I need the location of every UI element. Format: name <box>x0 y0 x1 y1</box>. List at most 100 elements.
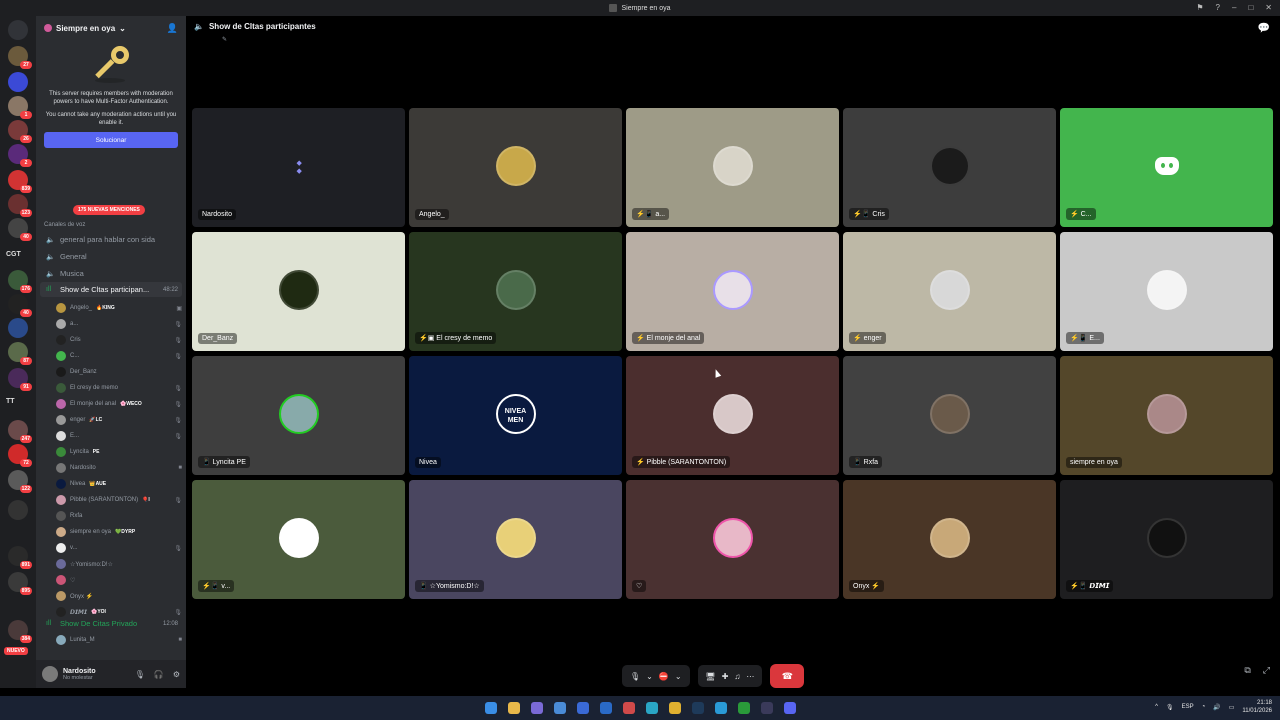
voice-user[interactable]: Nardosito ■ <box>56 460 182 476</box>
server-icon[interactable]: 895 <box>8 572 32 595</box>
edit-status-icon[interactable]: ✎ <box>222 36 227 43</box>
new-mentions-badge[interactable]: 175 NUEVAS MENCIONES <box>73 205 145 215</box>
server-icon[interactable]: 122 <box>8 470 32 493</box>
language-indicator[interactable]: ESP <box>1182 704 1194 710</box>
server-icon[interactable]: 26 <box>8 120 32 143</box>
participant-tile[interactable]: ⚡ enger <box>843 232 1056 351</box>
wifi-icon[interactable]: ◔ <box>1202 704 1206 710</box>
voice-user[interactable]: Der_Banz <box>56 364 182 380</box>
voice-user[interactable]: ☆Yomismo:D!☆ <box>56 556 182 572</box>
voice-user[interactable]: ♡ <box>56 572 182 588</box>
help-icon[interactable]: ? <box>1216 3 1220 12</box>
server-icon[interactable]: 839 <box>8 170 32 193</box>
participant-tile[interactable]: 📱 Lyncita PE <box>192 356 405 475</box>
steam-icon[interactable] <box>691 702 704 714</box>
voice-user[interactable]: Angelo_ 🔥KING ▣ <box>56 300 182 316</box>
server-icon[interactable]: 40 <box>8 218 32 241</box>
battery-icon[interactable]: ▭ <box>1229 704 1235 711</box>
start-icon[interactable] <box>484 702 497 714</box>
close-icon[interactable]: ✕ <box>1265 3 1272 12</box>
server-icon[interactable]: 40 <box>8 294 32 317</box>
participant-tile[interactable]: ⚡📱 a... <box>626 108 839 227</box>
voice-user[interactable]: El monje del anal 🌸WECO 🎙 <box>56 396 182 412</box>
soundboard-icon[interactable]: ♫ <box>734 672 740 681</box>
participant-tile[interactable]: ⚡ Pibble (SARANTONTON) <box>626 356 839 475</box>
voice-user[interactable]: Lyncita PE <box>56 444 182 460</box>
participant-tile[interactable]: 📱 ☆Yomismo:D!☆ <box>409 480 622 599</box>
xbox-icon[interactable] <box>737 702 750 714</box>
participant-tile[interactable]: Onyx ⚡ <box>843 480 1056 599</box>
voice-channel-active[interactable]: ıll Show de Cltas participan... 48:22 <box>40 282 182 297</box>
app-icon[interactable] <box>530 702 543 714</box>
chevron-down-icon[interactable]: ⌄ <box>646 672 653 681</box>
participant-tile[interactable]: Der_Banz <box>192 232 405 351</box>
voice-user[interactable]: E... 🎙 <box>56 428 182 444</box>
fullscreen-icon[interactable]: ⤢ <box>1263 665 1270 676</box>
disconnect-button[interactable]: ☎ <box>770 664 805 688</box>
more-icon[interactable]: ⋯ <box>746 672 754 681</box>
voice-channel[interactable]: 🔈 general para hablar con sida <box>40 232 182 247</box>
participant-tile[interactable]: ⚡📱 𝘿𝙄𝙈𝙄 <box>1060 480 1273 599</box>
voice-user[interactable]: Pibble (SARANTONTON) 🎈I 🎙 <box>56 492 182 508</box>
voice-user[interactable]: El cresy de memo 🎙 <box>56 380 182 396</box>
participant-tile[interactable]: ♡ <box>626 480 839 599</box>
edge-icon[interactable] <box>645 702 658 714</box>
volume-icon[interactable]: 🔊 <box>1213 704 1220 711</box>
add-member-icon[interactable]: 👤 <box>167 23 178 34</box>
microphone-icon[interactable]: 🎙 <box>630 672 640 681</box>
server-icon[interactable] <box>8 500 28 520</box>
maximize-icon[interactable]: □ <box>1248 3 1253 12</box>
participant-tile[interactable]: ◆ ◆ Nardosito <box>192 108 405 227</box>
participant-tile[interactable]: ⚡ El monje del anal <box>626 232 839 351</box>
server-icon[interactable]: 384 <box>8 620 32 643</box>
server-text-icon[interactable]: TT <box>6 398 15 405</box>
discord-icon[interactable] <box>783 702 796 714</box>
activities-icon[interactable]: ✚ <box>722 672 729 681</box>
store-icon[interactable] <box>576 702 589 714</box>
voice-user[interactable]: v... 🎙 <box>56 540 182 556</box>
server-icon[interactable]: 91 <box>8 368 32 391</box>
server-icon[interactable] <box>8 318 28 338</box>
participant-tile[interactable]: ⚡ C... <box>1060 108 1273 227</box>
minimize-icon[interactable]: – <box>1232 3 1236 12</box>
microphone-icon[interactable]: 🎙 <box>1166 704 1174 711</box>
server-icon[interactable]: 87 <box>8 342 32 365</box>
popout-icon[interactable]: ⧉ <box>1244 665 1250 676</box>
discord-home-icon[interactable] <box>8 20 28 40</box>
inbox-icon[interactable]: ⚑ <box>1196 3 1203 12</box>
participant-tile[interactable]: ⚡📱 v... <box>192 480 405 599</box>
server-icon[interactable]: 123 <box>8 194 32 217</box>
voice-channel-private[interactable]: ıll Show De Citas Privado 12:08 <box>40 616 182 631</box>
voice-user[interactable]: siempre en oya 💚DYRP <box>56 524 182 540</box>
server-icon[interactable]: 2 <box>8 144 32 167</box>
voice-user[interactable]: Cris 🎙 <box>56 332 182 348</box>
voice-user[interactable]: a... 🎙 <box>56 316 182 332</box>
participant-tile[interactable]: ⚡▣ El cresy de memo <box>409 232 622 351</box>
file-explorer-icon[interactable] <box>507 702 520 714</box>
solve-button[interactable]: Solucionar <box>44 132 178 148</box>
server-text-icon[interactable]: CGT <box>6 251 21 258</box>
server-icon[interactable]: 891 <box>8 546 32 569</box>
settings-gear-icon[interactable]: ⚙ <box>173 670 180 679</box>
voice-user[interactable]: enger 🚀LC 🎙 <box>56 412 182 428</box>
app-icon[interactable] <box>553 702 566 714</box>
folder-icon[interactable] <box>8 72 28 92</box>
participant-tile[interactable]: Angelo_ <box>409 108 622 227</box>
server-header[interactable]: Siempre en oya ⌄ 👤 <box>36 16 186 40</box>
chrome-icon[interactable] <box>668 702 681 714</box>
server-icon[interactable]: 176 <box>8 270 32 293</box>
avatar[interactable] <box>42 666 58 682</box>
screen-share-icon[interactable]: 🖥 <box>706 672 716 681</box>
mic-control[interactable]: 🎙 ⌄ ⛔ ⌄ <box>622 665 690 687</box>
participant-tile[interactable]: 📱 Rxfa <box>843 356 1056 475</box>
voice-channel[interactable]: 🔈 General <box>40 249 182 264</box>
participant-tile[interactable]: ⚡📱 E... <box>1060 232 1273 351</box>
participant-tile[interactable]: siempre en oya <box>1060 356 1273 475</box>
voice-user[interactable]: C... 🎙 <box>56 348 182 364</box>
voice-channel[interactable]: 🔈 Musica <box>40 266 182 281</box>
chat-bubble-icon[interactable]: 💬 <box>1258 23 1270 34</box>
voice-user[interactable]: Lunita_M ■ <box>56 632 182 648</box>
camera-off-icon[interactable]: ⛔ <box>659 672 669 681</box>
mail-icon[interactable] <box>599 702 612 714</box>
clock[interactable]: 21:18 11/01/2026 <box>1242 699 1272 715</box>
